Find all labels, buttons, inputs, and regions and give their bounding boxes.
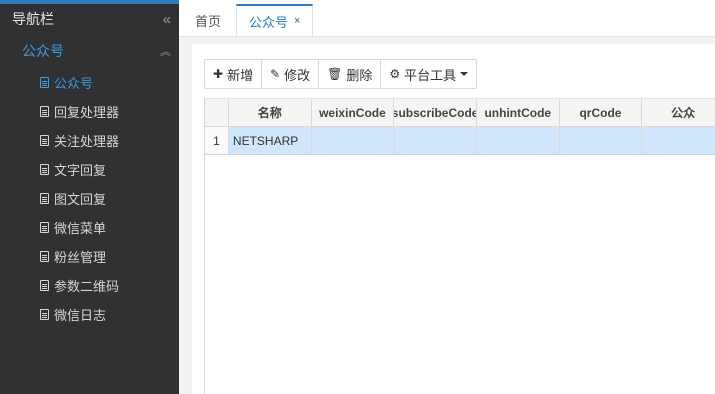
table-row[interactable]: 1 NETSHARP xyxy=(205,127,715,155)
table-cell[interactable] xyxy=(477,127,560,154)
delete-button[interactable]: 🗑 删除 xyxy=(319,60,382,88)
sidebar-item-label: 关注处理器 xyxy=(54,134,120,149)
platform-tools-label: 平台工具 xyxy=(404,67,457,83)
add-button[interactable]: ✚ 新增 xyxy=(205,60,263,88)
document-icon xyxy=(40,309,49,320)
document-icon xyxy=(40,77,49,88)
sidebar-item-label: 微信菜单 xyxy=(54,221,107,236)
document-icon xyxy=(40,222,49,233)
column-header-gongzhong[interactable]: 公众 xyxy=(642,99,715,126)
sidebar-item-wechat-log[interactable]: 微信日志 xyxy=(0,300,179,329)
sidebar-item-reply-handler[interactable]: 回复处理器 xyxy=(0,97,179,126)
main-area: 首页 公众号 × ✚ 新增 ✎ 修改 🗑 删除 ⚙ 平台工具 名称 weixin… xyxy=(179,0,715,394)
double-chevron-left-icon[interactable]: « xyxy=(163,11,171,28)
table-cell[interactable] xyxy=(560,127,643,154)
document-icon xyxy=(40,135,49,146)
row-number: 1 xyxy=(205,127,229,154)
column-header-subscribecode[interactable]: subscribeCode xyxy=(394,99,477,126)
nav-header-title: 导航栏 xyxy=(12,11,54,27)
sidebar-item-label: 公众号 xyxy=(54,76,94,91)
sidebar-item-fans[interactable]: 粉丝管理 xyxy=(0,242,179,271)
column-header-name[interactable]: 名称 xyxy=(229,99,312,126)
tab-active-label: 公众号 xyxy=(249,14,289,30)
sidebar-item-label: 文字回复 xyxy=(54,163,107,178)
platform-tools-dropdown[interactable]: ⚙ 平台工具 xyxy=(381,60,476,88)
sidebar-item-qrcode[interactable]: 参数二维码 xyxy=(0,271,179,300)
tab-home-label: 首页 xyxy=(195,13,222,29)
nav-group-label: 公众号 xyxy=(22,43,64,59)
nav-header: 导航栏 « xyxy=(0,4,179,34)
sidebar-item-gongzhonghao[interactable]: 公众号 xyxy=(0,68,179,97)
sidebar-item-subscribe-handler[interactable]: 关注处理器 xyxy=(0,126,179,155)
close-icon[interactable]: × xyxy=(294,15,300,27)
sidebar-item-label: 粉丝管理 xyxy=(54,250,107,265)
delete-button-label: 删除 xyxy=(346,67,373,83)
sidebar-item-wechat-menu[interactable]: 微信菜单 xyxy=(0,213,179,242)
document-icon xyxy=(40,164,49,175)
sidebar-item-label: 回复处理器 xyxy=(54,105,120,120)
tab-home[interactable]: 首页 xyxy=(185,4,231,36)
row-number-header xyxy=(205,99,229,126)
sidebar: 导航栏 « 公众号 ︽ 公众号 回复处理器 关注处理器 文字回复 图文回复 微信… xyxy=(0,0,179,394)
document-icon xyxy=(40,106,49,117)
column-header-unhintcode[interactable]: unhintCode xyxy=(477,99,560,126)
toolbar: ✚ 新增 ✎ 修改 🗑 删除 ⚙ 平台工具 xyxy=(204,59,478,89)
data-grid: 名称 weixinCode subscribeCode unhintCode q… xyxy=(204,98,715,394)
document-icon xyxy=(40,251,49,262)
edit-icon: ✎ xyxy=(270,67,281,81)
table-cell[interactable] xyxy=(642,127,715,154)
plus-icon: ✚ xyxy=(213,67,224,81)
caret-down-icon xyxy=(460,72,469,76)
add-button-label: 新增 xyxy=(227,67,254,83)
column-header-weixincode[interactable]: weixinCode xyxy=(312,99,395,126)
content-panel: ✚ 新增 ✎ 修改 🗑 删除 ⚙ 平台工具 名称 weixinCode subs… xyxy=(192,44,715,394)
trash-icon: 🗑 xyxy=(327,67,343,81)
column-header-qrcode[interactable]: qrCode xyxy=(560,99,643,126)
tab-gongzhonghao[interactable]: 公众号 × xyxy=(236,4,314,36)
document-icon xyxy=(40,193,49,204)
tab-bar: 首页 公众号 × xyxy=(179,0,715,37)
table-cell[interactable] xyxy=(395,127,478,154)
double-chevron-up-icon[interactable]: ︽ xyxy=(160,43,171,59)
sidebar-item-label: 图文回复 xyxy=(54,192,107,207)
sidebar-item-news-reply[interactable]: 图文回复 xyxy=(0,184,179,213)
sidebar-item-text-reply[interactable]: 文字回复 xyxy=(0,155,179,184)
grid-header: 名称 weixinCode subscribeCode unhintCode q… xyxy=(205,98,715,127)
table-cell[interactable] xyxy=(312,127,395,154)
table-cell[interactable]: NETSHARP xyxy=(229,127,312,154)
nav-group-gongzhonghao[interactable]: 公众号 ︽ xyxy=(0,34,179,68)
edit-button-label: 修改 xyxy=(284,67,311,83)
nav-list: 公众号 回复处理器 关注处理器 文字回复 图文回复 微信菜单 粉丝管理 参数二维… xyxy=(0,68,179,329)
sidebar-item-label: 微信日志 xyxy=(54,308,107,323)
gear-icon: ⚙ xyxy=(389,67,401,81)
sidebar-item-label: 参数二维码 xyxy=(54,279,120,294)
edit-button[interactable]: ✎ 修改 xyxy=(262,60,320,88)
document-icon xyxy=(40,280,49,291)
